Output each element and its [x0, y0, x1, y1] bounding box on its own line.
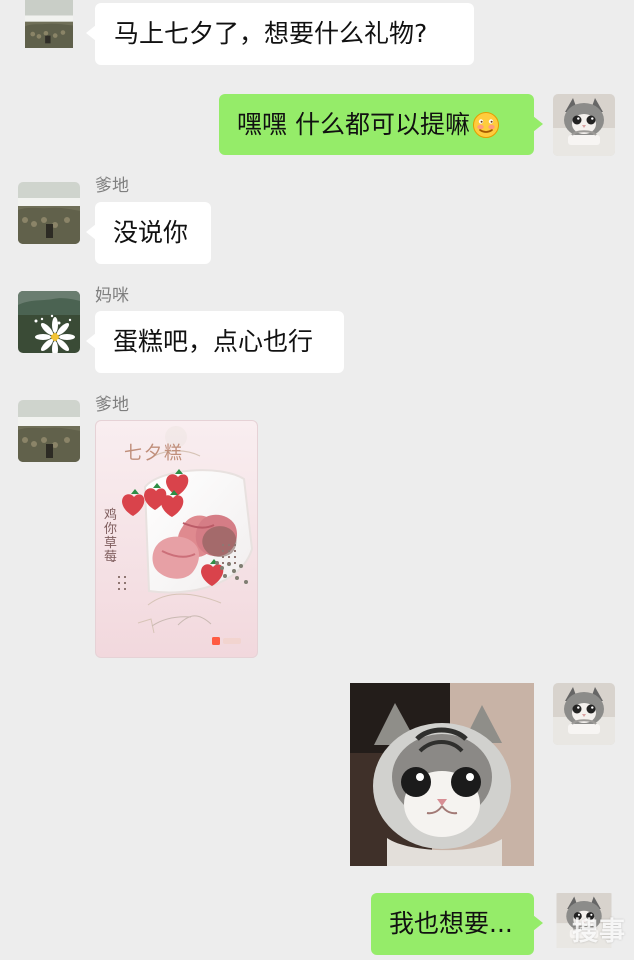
message-bubble[interactable]: 嘿嘿 什么都可以提嘛: [219, 94, 543, 155]
watermark-text: 搜事: [571, 917, 626, 947]
message-text: 蛋糕吧，点心也行: [113, 327, 314, 356]
message-bubble[interactable]: 我也想要...: [371, 893, 543, 955]
message-text: 马上七夕了，想要什么礼物?: [114, 19, 428, 48]
poster-title: 七夕糕: [124, 443, 184, 464]
message-text: 我也想要...: [389, 909, 513, 938]
message-text: 嘿嘿 什么都可以提嘛: [237, 109, 470, 139]
poster-image[interactable]: 七夕糕 鸡你草莓: [95, 420, 258, 658]
cat-photo[interactable]: [350, 683, 534, 866]
flower-avatar-icon[interactable]: [18, 291, 80, 353]
cat-avatar-icon[interactable]: [553, 683, 615, 745]
sender-name: 爹地: [95, 395, 129, 415]
chat-area: 马上七夕了，想要什么礼物? 嘿嘿 什么都可以提嘛 爹地 没说你 妈咪 蛋糕吧，点…: [0, 0, 634, 960]
sender-name: 妈咪: [95, 286, 129, 306]
poster-side-text: 鸡你草莓: [104, 508, 118, 565]
message-text: 没说你: [113, 218, 189, 247]
message-bubble[interactable]: 没说你: [86, 202, 211, 264]
cat-avatar-icon[interactable]: [553, 94, 615, 156]
landscape-avatar-icon[interactable]: [18, 0, 80, 48]
message-bubble[interactable]: 马上七夕了，想要什么礼物?: [86, 3, 474, 65]
smirk-face-icon: [472, 111, 500, 139]
landscape-avatar-icon[interactable]: [18, 182, 80, 244]
message-bubble[interactable]: 蛋糕吧，点心也行: [86, 311, 344, 373]
sender-name: 爹地: [95, 176, 129, 196]
landscape-avatar-icon[interactable]: [18, 400, 80, 462]
